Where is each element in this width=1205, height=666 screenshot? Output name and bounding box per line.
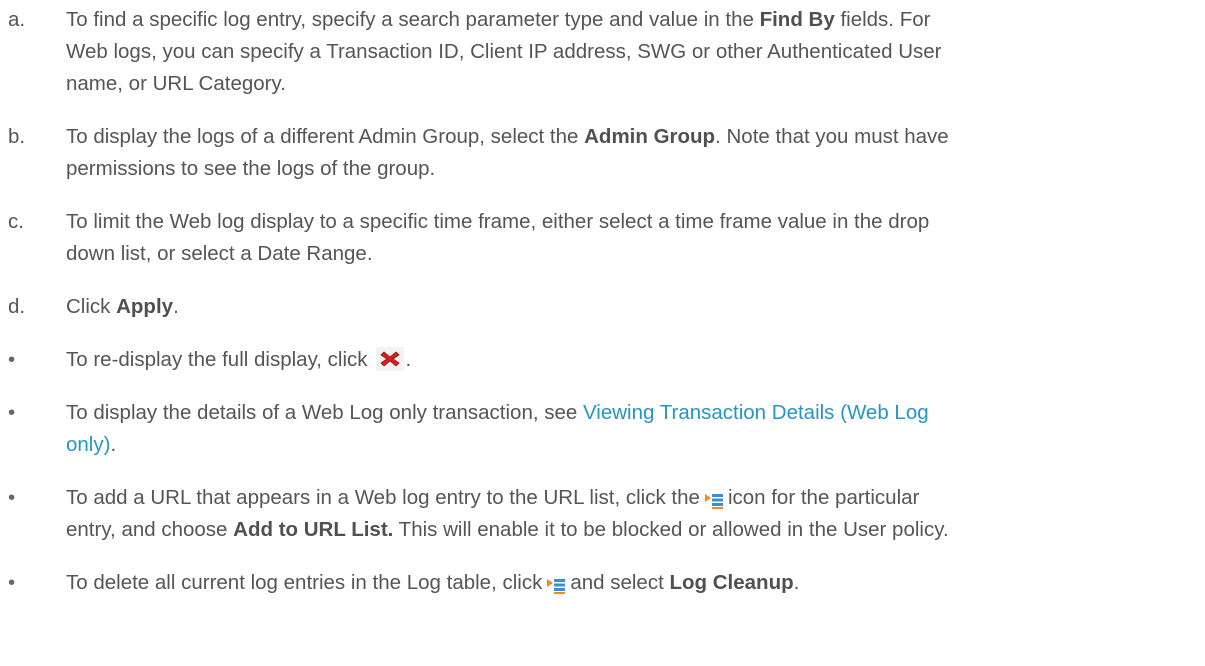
bullet-text-part: . (405, 348, 412, 371)
step-text-part: Click (66, 295, 117, 318)
actions-menu-icon (704, 488, 724, 509)
bullet-text-part: icon for the particular (727, 486, 920, 509)
find-by-label: Find By (759, 8, 835, 31)
actions-menu-icon (546, 573, 566, 594)
bullet-text: To re-display the full display, click. (66, 344, 1196, 376)
apply-label: Apply (116, 295, 174, 318)
step-marker: a. (8, 8, 26, 31)
step-text-part: To find a specific log entry, specify a … (66, 8, 760, 31)
viewing-transaction-details-link[interactable]: Viewing Transaction Details (Web Log (583, 401, 929, 424)
bullet-text-part: and select (570, 571, 670, 594)
step-marker: d. (8, 295, 26, 318)
step-text-line: permissions to see the logs of the group… (66, 157, 436, 180)
step-text-line: To limit the Web log display to a specif… (66, 210, 930, 233)
bullet-marker: • (8, 486, 16, 509)
bullet-text-part: This will enable it to be blocked or all… (393, 518, 949, 541)
admin-group-label: Admin Group (584, 125, 716, 148)
step-text-part: fields. For (834, 8, 931, 31)
bullet-marker: • (8, 348, 16, 371)
step-text-part: . Note that you must have (715, 125, 949, 148)
step-text-line: down list, or select a Date Range. (66, 242, 373, 265)
bullet-marker: • (8, 571, 16, 594)
bullet-text: To delete all current log entries in the… (66, 567, 1196, 599)
bullet-text-part: . (110, 433, 117, 456)
bullet-text-part: To re-display the full display, click (66, 348, 368, 371)
bullet-text-part: To display the details of a Web Log only… (66, 401, 583, 424)
bullet-text-part: To delete all current log entries in the… (66, 571, 543, 594)
bullet-marker: • (8, 401, 16, 424)
step-text-part: . (173, 295, 179, 318)
bullet-text-part: . (793, 571, 800, 594)
step-text: Click Apply. (66, 291, 1196, 323)
step-text-line: name, or URL Category. (66, 72, 286, 95)
bullet-text-part: entry, and choose (66, 518, 234, 541)
red-x-icon (375, 346, 404, 371)
step-text: To find a specific log entry, specify a … (66, 4, 1196, 100)
step-marker: c. (8, 210, 24, 233)
step-text-line: Web logs, you can specify a Transaction … (66, 40, 942, 63)
step-marker: b. (8, 125, 26, 148)
step-text-part: To display the logs of a different Admin… (66, 125, 585, 148)
step-text: To display the logs of a different Admin… (66, 121, 1196, 185)
bullet-text-part: To add a URL that appears in a Web log e… (66, 486, 700, 509)
add-to-url-list-label: Add to URL List. (233, 518, 394, 541)
viewing-transaction-details-link[interactable]: only) (66, 433, 110, 456)
bullet-text: To display the details of a Web Log only… (66, 397, 1196, 461)
log-cleanup-label: Log Cleanup (669, 571, 794, 594)
bullet-text: To add a URL that appears in a Web log e… (66, 482, 1196, 546)
step-text: To limit the Web log display to a specif… (66, 206, 1196, 270)
